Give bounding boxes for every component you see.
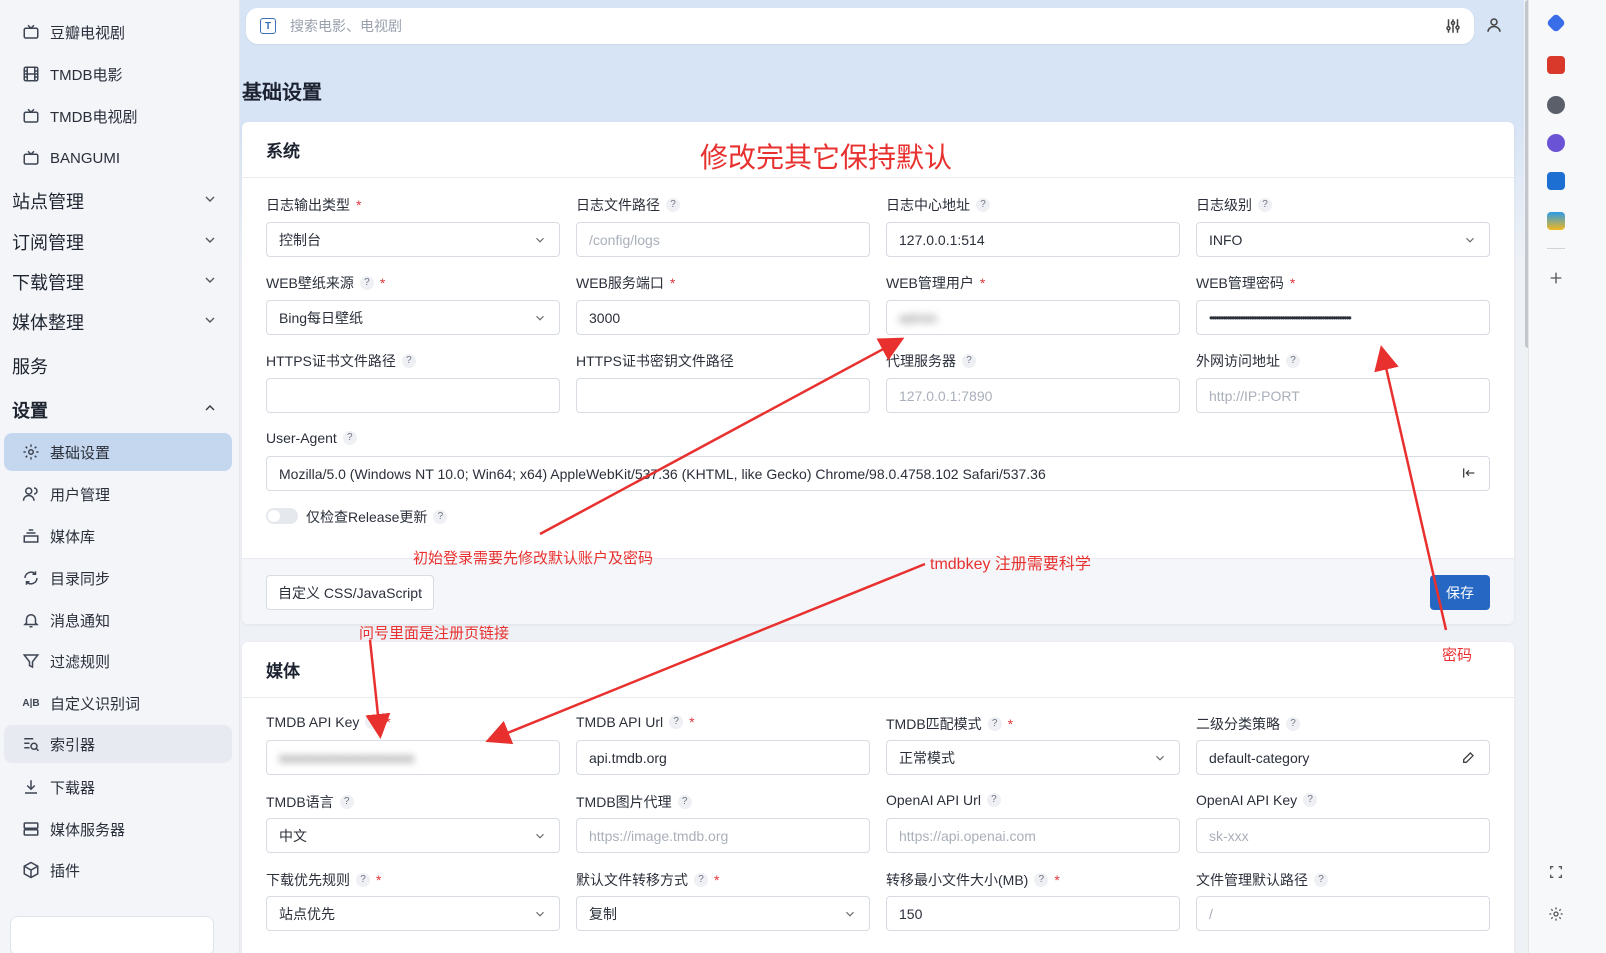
arrow-to-tmdb-key	[485, 562, 926, 745]
annotation-top: 修改完其它保持默认	[700, 142, 953, 173]
annotation-password: 密码	[1442, 647, 1473, 664]
arrow-to-password	[1374, 345, 1448, 631]
annotation-login: 初始登录需要先修改默认账户及密码	[413, 550, 654, 567]
annotation-question: 问号里面是注册页链接	[359, 625, 510, 642]
annotation-tmdb: tmdbkey 注册需要科学	[930, 556, 1091, 573]
arrow-to-web-user	[539, 337, 905, 536]
arrow-to-help-icon	[365, 639, 391, 739]
